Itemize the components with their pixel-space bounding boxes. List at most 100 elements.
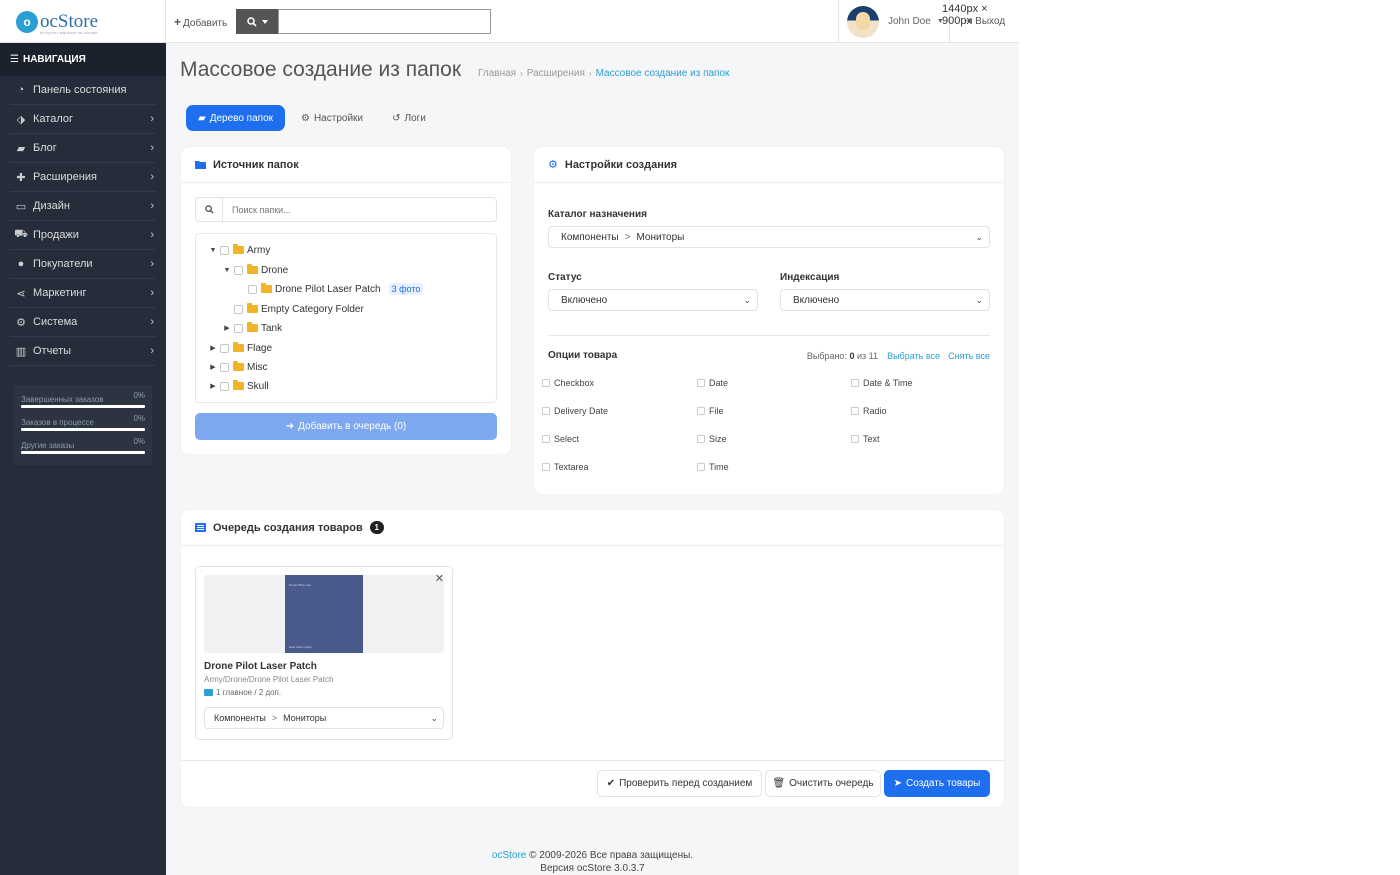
checkbox[interactable]	[697, 407, 705, 415]
option-file[interactable]: File	[697, 406, 724, 416]
tree-node-empty-category-folder[interactable]: Empty Category Folder	[222, 301, 364, 317]
option-select[interactable]: Select	[542, 434, 579, 444]
checkbox[interactable]	[697, 463, 705, 471]
catalog-select[interactable]: Компоненты > Мониторы ⌄	[548, 226, 990, 248]
panel-header: Очередь создания товаров 1	[181, 510, 1004, 546]
select-all-link[interactable]: Выбрать все	[887, 351, 940, 361]
tree-checkbox[interactable]	[220, 362, 229, 372]
tree-checkbox[interactable]	[248, 284, 257, 294]
option-radio[interactable]: Radio	[851, 406, 887, 416]
sidebar-item-dashboard[interactable]: ◔ Панель состояния	[10, 76, 156, 105]
add-new-link[interactable]: + Добавить	[174, 15, 227, 29]
checkbox[interactable]	[542, 435, 550, 443]
option-date-time[interactable]: Date & Time	[851, 378, 913, 388]
tree-checkbox[interactable]	[234, 304, 243, 314]
tree-node-flage[interactable]: ▶ Flage	[208, 340, 272, 356]
close-icon[interactable]: ✕	[435, 572, 444, 585]
add-to-queue-button[interactable]: ➜ Добавить в очередь (0)	[195, 413, 497, 440]
sidebar-item-design[interactable]: ▭ Дизайн ›	[10, 192, 156, 221]
chevron-right-icon: ›	[150, 171, 154, 183]
checkbox[interactable]	[542, 463, 550, 471]
option-textarea[interactable]: Textarea	[542, 462, 589, 472]
caret-right-icon[interactable]: ▶	[208, 344, 218, 352]
checkbox[interactable]	[851, 407, 859, 415]
sidebar-item-blog[interactable]: ▰ Блог ›	[10, 134, 156, 163]
footer-brand-link[interactable]: ocStore	[492, 850, 526, 861]
indexing-value: Включено	[793, 294, 840, 306]
checkbox[interactable]	[542, 407, 550, 415]
sidebar-item-reports[interactable]: ▥ Отчеты ›	[10, 337, 156, 366]
gear-icon: ⚙	[300, 112, 310, 124]
tree-node-misc[interactable]: ▶ Misc	[208, 359, 268, 375]
sidebar-item-extensions[interactable]: ✚ Расширения ›	[10, 163, 156, 192]
tab-folder-tree[interactable]: ▰ Дерево папок	[186, 105, 285, 131]
logo[interactable]: o ocStore интернет-магазин на основе	[0, 0, 166, 43]
breadcrumb-current[interactable]: Массовое создание из папок	[596, 68, 730, 79]
viewport-size-readout: 1440px × 900px	[942, 3, 988, 27]
tab-settings[interactable]: ⚙ Настройки	[296, 105, 368, 131]
option-checkbox[interactable]: Checkbox	[542, 378, 594, 388]
creation-queue-panel: Очередь создания товаров 1 Drone Pilot L…	[181, 510, 1004, 807]
option-size[interactable]: Size	[697, 434, 727, 444]
search-type-button[interactable]	[236, 9, 278, 34]
tree-checkbox[interactable]	[234, 265, 243, 275]
checkbox[interactable]	[851, 435, 859, 443]
sidebar-item-system[interactable]: ⚙ Система ›	[10, 308, 156, 337]
nav-title[interactable]: ☰ НАВИГАЦИЯ	[0, 43, 166, 76]
order-stats: Завершенных заказов 0% Заказов в процесс…	[14, 385, 152, 465]
tree-checkbox[interactable]	[220, 343, 229, 353]
tree-node-tank[interactable]: ▶ Tank	[222, 320, 282, 336]
tab-logs[interactable]: ↺ Логи	[384, 105, 434, 131]
folder-icon	[233, 342, 244, 352]
tree-node-label: Flage	[247, 342, 273, 354]
folder-icon	[247, 303, 258, 313]
validate-button[interactable]: ✔ Проверить перед созданием	[597, 770, 762, 797]
tree-checkbox[interactable]	[220, 245, 229, 255]
tree-node-drone[interactable]: ▼ Drone	[222, 262, 288, 278]
caret-down-icon[interactable]: ▼	[208, 247, 218, 254]
sidebar-item-label: Блог	[33, 142, 57, 154]
sidebar-item-catalog[interactable]: ⬗ Каталог ›	[10, 105, 156, 134]
option-date[interactable]: Date	[697, 378, 728, 388]
checkbox[interactable]	[697, 379, 705, 387]
panel-title: Настройки создания	[564, 158, 678, 171]
tree-node-drone-pilot-laser-patch[interactable]: Drone Pilot Laser Patch 3 фото	[236, 281, 424, 297]
header-search-input[interactable]	[278, 9, 491, 34]
clear-queue-button[interactable]: 🗑 Очистить очередь	[765, 770, 881, 797]
checkbox[interactable]	[542, 379, 550, 387]
option-text[interactable]: Text	[851, 434, 880, 444]
item-category-select[interactable]: Компоненты > Мониторы ⌄	[204, 707, 444, 729]
user-menu[interactable]: John Doe ▼	[838, 0, 950, 43]
checkbox[interactable]	[851, 379, 859, 387]
caret-down-icon[interactable]: ▼	[222, 267, 232, 274]
sidebar-item-sales[interactable]: ⛟ Продажи ›	[10, 221, 156, 250]
clear-all-link[interactable]: Снять все	[948, 351, 990, 361]
status-select[interactable]: Включено ⌄	[548, 289, 758, 311]
tree-node-skull[interactable]: ▶ Skull	[208, 378, 269, 394]
breadcrumb-home[interactable]: Главная	[478, 68, 516, 79]
page-footer: ocStore © 2009-2026 Все права защищены. …	[166, 849, 1019, 875]
top-header: o ocStore интернет-магазин на основе + До…	[0, 0, 1019, 43]
tree-checkbox[interactable]	[220, 381, 229, 391]
photo-count-badge: 3 фото	[388, 283, 424, 295]
check-icon: ✔	[606, 778, 616, 789]
caret-right-icon[interactable]: ▶	[208, 382, 218, 390]
tree-node-army[interactable]: ▼ Army	[208, 242, 270, 258]
sidebar-item-customers[interactable]: ● Покупатели ›	[10, 250, 156, 279]
create-products-button[interactable]: ➤ Создать товары	[884, 770, 990, 797]
sidebar-item-label: Дизайн	[33, 200, 70, 212]
checkbox[interactable]	[697, 435, 705, 443]
tab-label: Дерево папок	[209, 112, 274, 124]
caret-right-icon[interactable]: ▶	[222, 324, 232, 332]
breadcrumb-extensions[interactable]: Расширения	[527, 68, 585, 79]
monitor-icon: ▭	[15, 200, 27, 213]
option-time[interactable]: Time	[697, 462, 729, 472]
folder-search-input[interactable]	[232, 204, 482, 215]
indexing-select[interactable]: Включено ⌄	[780, 289, 990, 311]
creation-settings-panel: ⚙ Настройки создания Каталог назначения …	[534, 147, 1004, 494]
logo-tagline: интернет-магазин на основе	[40, 30, 98, 35]
option-delivery-date[interactable]: Delivery Date	[542, 406, 608, 416]
caret-right-icon[interactable]: ▶	[208, 363, 218, 371]
tree-checkbox[interactable]	[234, 323, 243, 333]
sidebar-item-marketing[interactable]: ⋖ Маркетинг ›	[10, 279, 156, 308]
